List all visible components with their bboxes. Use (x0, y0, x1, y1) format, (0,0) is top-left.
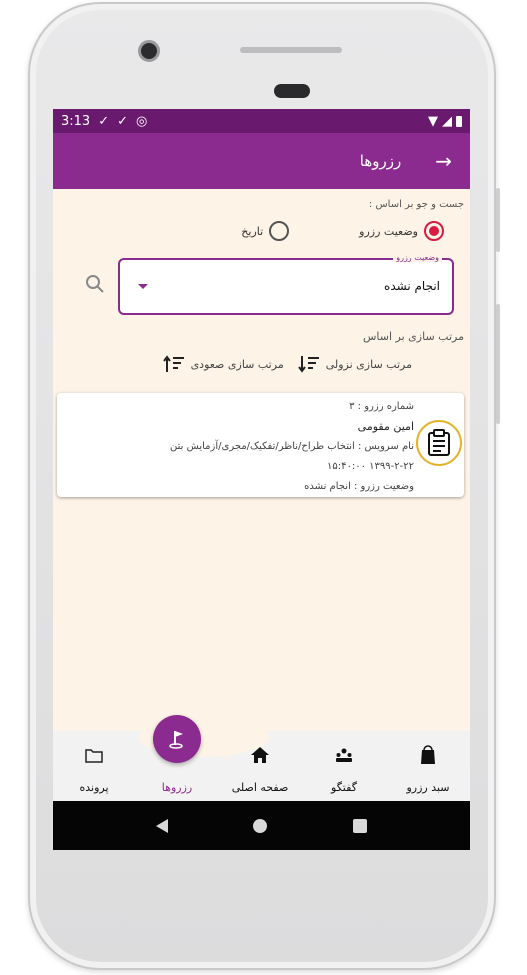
back-icon[interactable] (155, 818, 168, 833)
front-camera (138, 40, 160, 62)
system-navigation-bar (53, 801, 470, 850)
reservation-card[interactable]: شماره رزرو : ۳ امین مقومی نام سرویس : ان… (57, 393, 464, 497)
download-done-icon: ✓ (117, 113, 129, 129)
radio-unselected-icon (269, 221, 290, 241)
sync-icon: ◎ (136, 113, 148, 129)
power-button (496, 188, 500, 252)
search-by-radio-group: وضعیت رزرو تاریخ (59, 218, 464, 244)
recents-icon[interactable] (353, 818, 368, 833)
main-content: جست و جو بر اساس : وضعیت رزرو تاریخ وضعی… (53, 199, 470, 497)
reservation-status: وضعیت رزرو : انجام نشده (304, 481, 414, 492)
chevron-down-icon (138, 284, 148, 289)
home-circle-icon[interactable] (253, 818, 268, 833)
app-screen: 3:13 ✓ ✓ ◎ ▼ ◢ رزروها → جست و جو بر اساس… (53, 109, 470, 850)
status-dropdown[interactable]: وضعیت رزرو انجام نشده (118, 253, 454, 315)
wifi-icon: ▼ (428, 113, 438, 129)
status-time: 3:13 (61, 113, 91, 129)
reservation-datetime: ۱۳۹۹-۲-۲۲ ۱۵:۴۰:۰۰ (327, 461, 414, 472)
proximity-sensor (274, 84, 310, 98)
shopping-bag-icon (421, 745, 435, 764)
nav-cart[interactable]: سبد رزرو (393, 731, 463, 801)
sort-desc-button[interactable]: مرتب سازی نزولی (297, 355, 412, 373)
signal-icon: ◢ (442, 113, 452, 129)
radio-status[interactable]: وضعیت رزرو (359, 221, 444, 241)
volume-button (496, 304, 500, 424)
group-icon (336, 748, 352, 762)
nav-chat[interactable]: گفتگو (309, 731, 379, 801)
sort-asc-button[interactable]: مرتب سازی صعودی (162, 355, 284, 373)
page-title: رزروها (359, 152, 402, 170)
nav-files[interactable]: پرونده (59, 731, 129, 801)
radio-date[interactable]: تاریخ (241, 221, 290, 241)
dropdown-legend: وضعیت رزرو (393, 253, 442, 262)
earpiece-speaker (240, 47, 342, 53)
bottom-navigation: پرونده رزروها صفحه اصلی گفتگو سبد رزرو (53, 715, 470, 801)
download-done-icon: ✓ (98, 113, 110, 129)
search-by-label: جست و جو بر اساس : (368, 199, 464, 210)
reservation-service: نام سرویس : انتخاب طراح/ناظر/تفکیک/مجری/… (170, 441, 414, 452)
reservation-customer: امین مقومی (357, 420, 414, 433)
sort-by-label: مرتب سازی بر اساس (363, 330, 464, 343)
sort-ascending-icon (162, 355, 184, 372)
status-bar: 3:13 ✓ ✓ ◎ ▼ ◢ (53, 109, 470, 133)
radio-selected-icon (424, 221, 444, 241)
nav-home-label: صفحه اصلی (231, 781, 289, 794)
radio-status-label: وضعیت رزرو (359, 224, 418, 238)
reservation-number: شماره رزرو : ۳ (349, 401, 414, 412)
search-icon[interactable] (83, 272, 107, 296)
clipboard-icon (416, 420, 462, 466)
arrow-right-icon[interactable]: → (435, 149, 452, 173)
nav-cart-label: سبد رزرو (406, 781, 450, 794)
nav-reservations-label: رزروها (161, 781, 193, 794)
nav-home[interactable]: صفحه اصلی (225, 731, 295, 801)
filter-row: وضعیت رزرو انجام نشده (59, 253, 464, 316)
golf-flag-icon[interactable] (153, 715, 201, 763)
app-bar: رزروها → (53, 133, 470, 189)
home-icon (251, 747, 269, 763)
nav-files-label: پرونده (79, 781, 109, 794)
sort-desc-label: مرتب سازی نزولی (325, 357, 412, 371)
radio-date-label: تاریخ (241, 224, 264, 238)
folder-icon (85, 749, 103, 763)
reservation-details: شماره رزرو : ۳ امین مقومی نام سرویس : ان… (170, 397, 414, 497)
sort-options: مرتب سازی نزولی مرتب سازی صعودی (59, 355, 464, 373)
battery-icon (456, 115, 462, 127)
sort-asc-label: مرتب سازی صعودی (190, 357, 284, 371)
nav-chat-label: گفتگو (331, 781, 357, 794)
sort-descending-icon (297, 356, 319, 373)
dropdown-value: انجام نشده (384, 279, 440, 293)
